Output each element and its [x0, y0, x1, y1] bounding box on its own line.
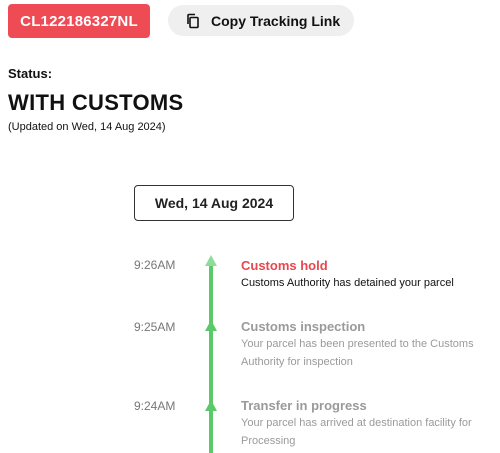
timeline-date-header: Wed, 14 Aug 2024: [134, 185, 294, 221]
tracking-number-badge: CL122186327NL: [8, 4, 150, 38]
event-time: 9:25AM: [134, 320, 176, 334]
timeline-arrow-icon: [205, 255, 217, 266]
event-title: Customs inspection: [241, 319, 366, 334]
status-value: WITH CUSTOMS: [8, 90, 184, 115]
event-time: 9:26AM: [134, 258, 176, 272]
event-title: Transfer in progress: [241, 398, 367, 413]
event-time: 9:24AM: [134, 399, 176, 413]
event-description: Your parcel has been presented to the Cu…: [241, 338, 474, 368]
copy-tracking-link-button[interactable]: Copy Tracking Link: [168, 5, 354, 36]
timeline-arrow-icon: [205, 320, 217, 331]
event-title: Customs hold: [241, 258, 328, 273]
event-description: Your parcel has arrived at destination f…: [241, 417, 472, 447]
copy-icon: [185, 13, 201, 29]
status-label: Status:: [8, 66, 53, 81]
timeline-line: [209, 262, 213, 453]
event-description: Customs Authority has detained your parc…: [241, 277, 454, 289]
status-updated-text: (Updated on Wed, 14 Aug 2024): [8, 121, 166, 133]
copy-tracking-link-label: Copy Tracking Link: [211, 12, 341, 29]
timeline-arrow-icon: [205, 400, 217, 411]
